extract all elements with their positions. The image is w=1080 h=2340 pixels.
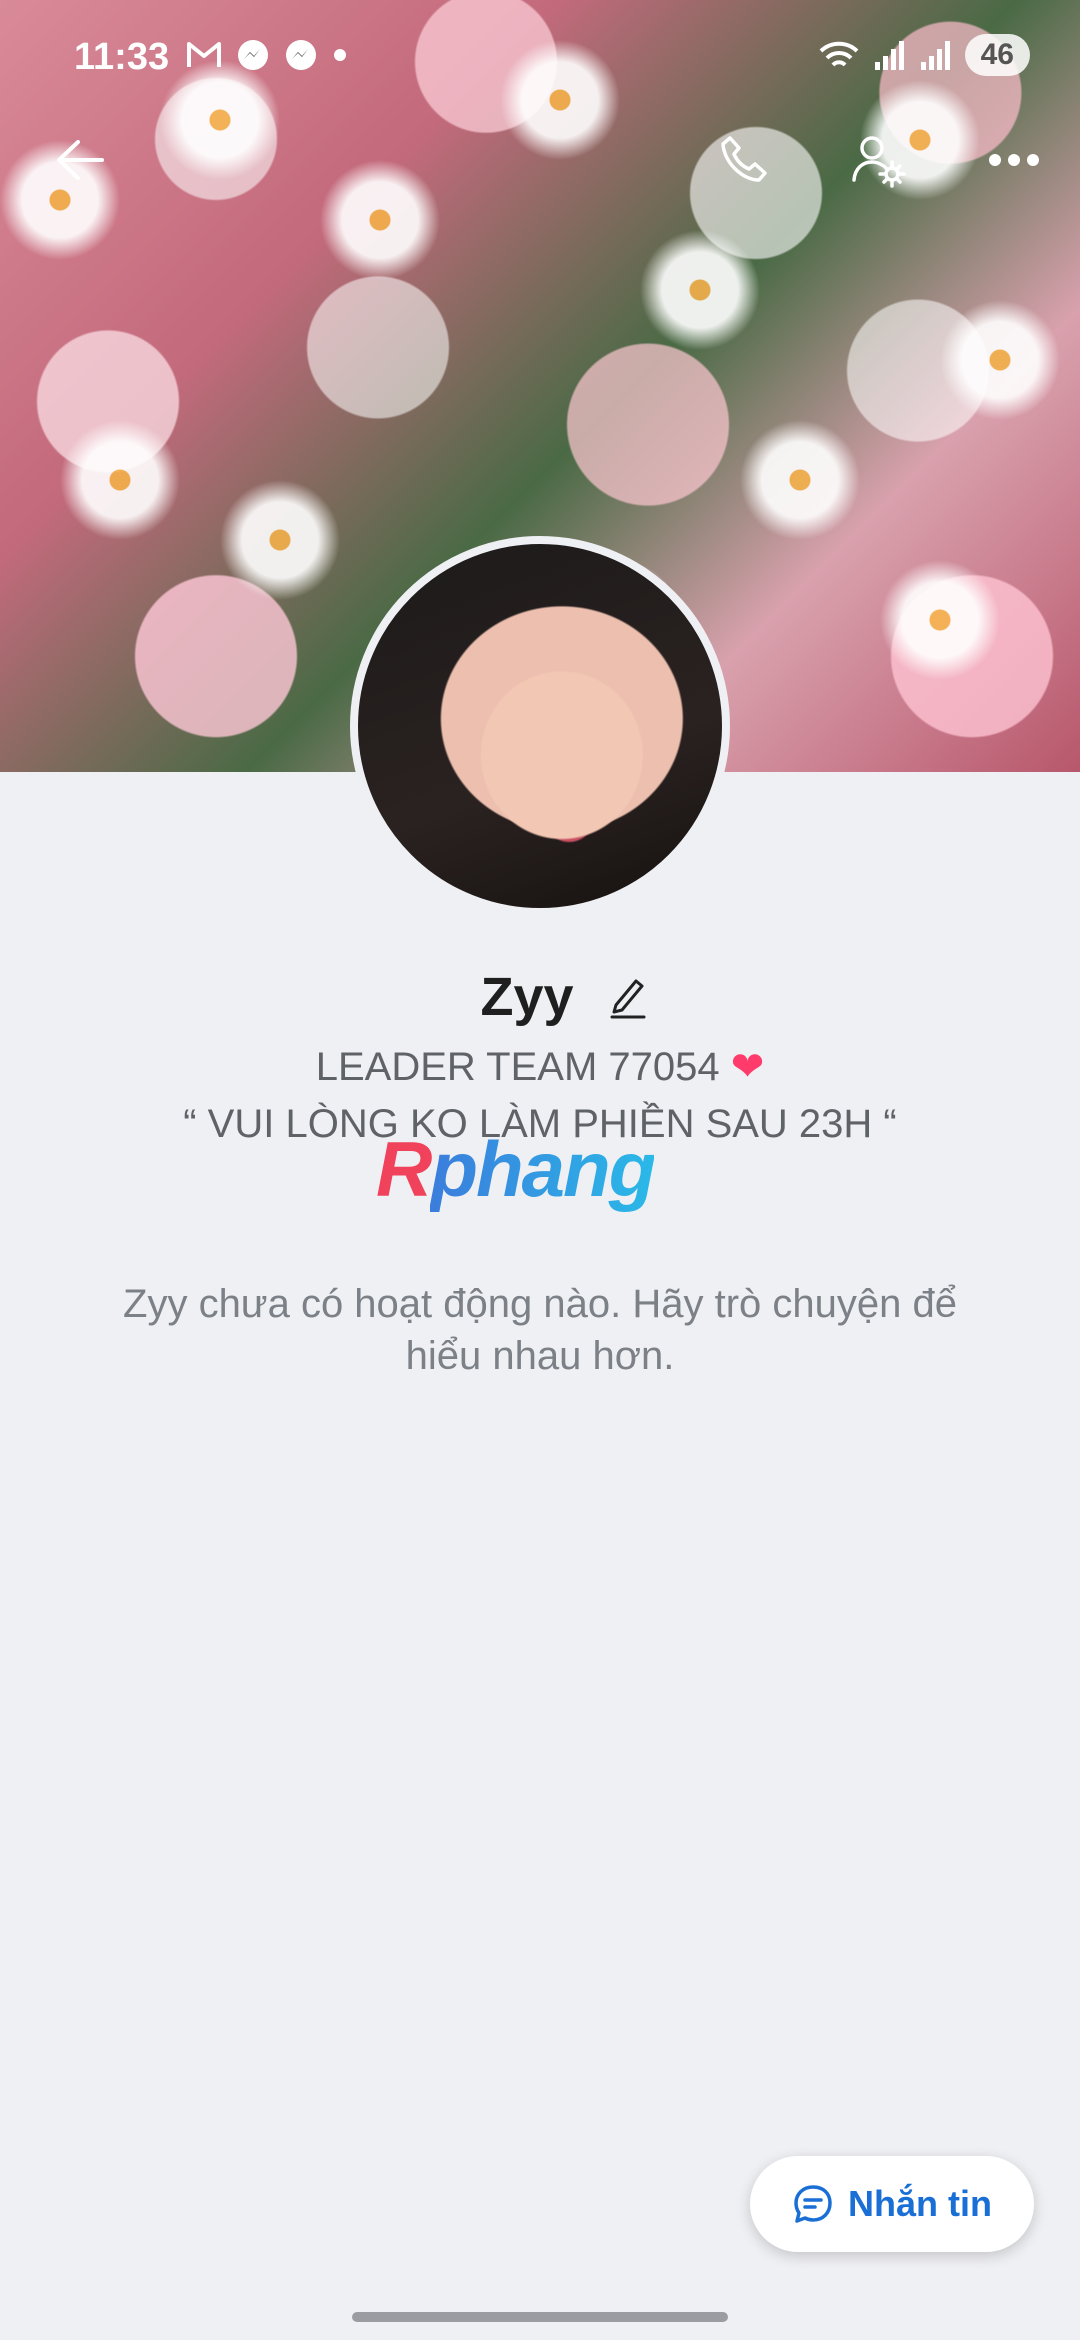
home-indicator[interactable] (352, 2312, 728, 2322)
wifi-icon (819, 41, 859, 67)
call-button[interactable] (704, 120, 784, 200)
name-row: Zyy (0, 966, 1080, 1028)
user-settings-icon (852, 136, 906, 188)
signal-icon (920, 41, 950, 70)
top-action-bar (0, 120, 1080, 200)
pencil-icon (610, 979, 646, 1019)
chat-bubble-icon (794, 2185, 832, 2223)
notification-dot-icon (334, 49, 346, 61)
edit-name-button[interactable] (600, 969, 656, 1025)
bio-text-1: LEADER TEAM 77054 (315, 1045, 720, 1089)
phone-icon (721, 136, 767, 182)
more-horizontal-icon (989, 154, 1039, 166)
status-right: 46 (817, 34, 1030, 76)
watermark-rest: phang (430, 1125, 656, 1213)
gmail-icon (187, 42, 221, 67)
send-message-label: Nhắn tin (848, 2183, 992, 2224)
profile-name: Zyy (480, 967, 574, 1027)
heart-emoji: ❤ (730, 1045, 765, 1089)
status-bar: 11:33 46 (0, 0, 1080, 110)
messenger-icon (238, 40, 268, 70)
bio-line-1: LEADER TEAM 77054 ❤ (0, 1044, 1080, 1090)
profile-settings-button[interactable] (838, 120, 918, 200)
messenger-icon (286, 40, 316, 70)
more-options-button[interactable] (974, 120, 1054, 200)
battery-indicator: 46 (964, 34, 1030, 76)
notification-icons (186, 38, 348, 72)
profile-avatar[interactable] (350, 536, 730, 916)
arrow-left-icon (57, 140, 104, 180)
send-message-button[interactable]: Nhắn tin (750, 2156, 1034, 2252)
back-button[interactable] (40, 120, 120, 200)
watermark-first-letter: R (376, 1125, 432, 1213)
signal-icon (874, 41, 904, 70)
status-time: 11:33 (74, 36, 170, 78)
watermark-logo: Rphang (376, 1124, 706, 1214)
empty-activity-message: Zyy chưa có hoạt động nào. Hãy trò chuyệ… (123, 1282, 957, 1378)
